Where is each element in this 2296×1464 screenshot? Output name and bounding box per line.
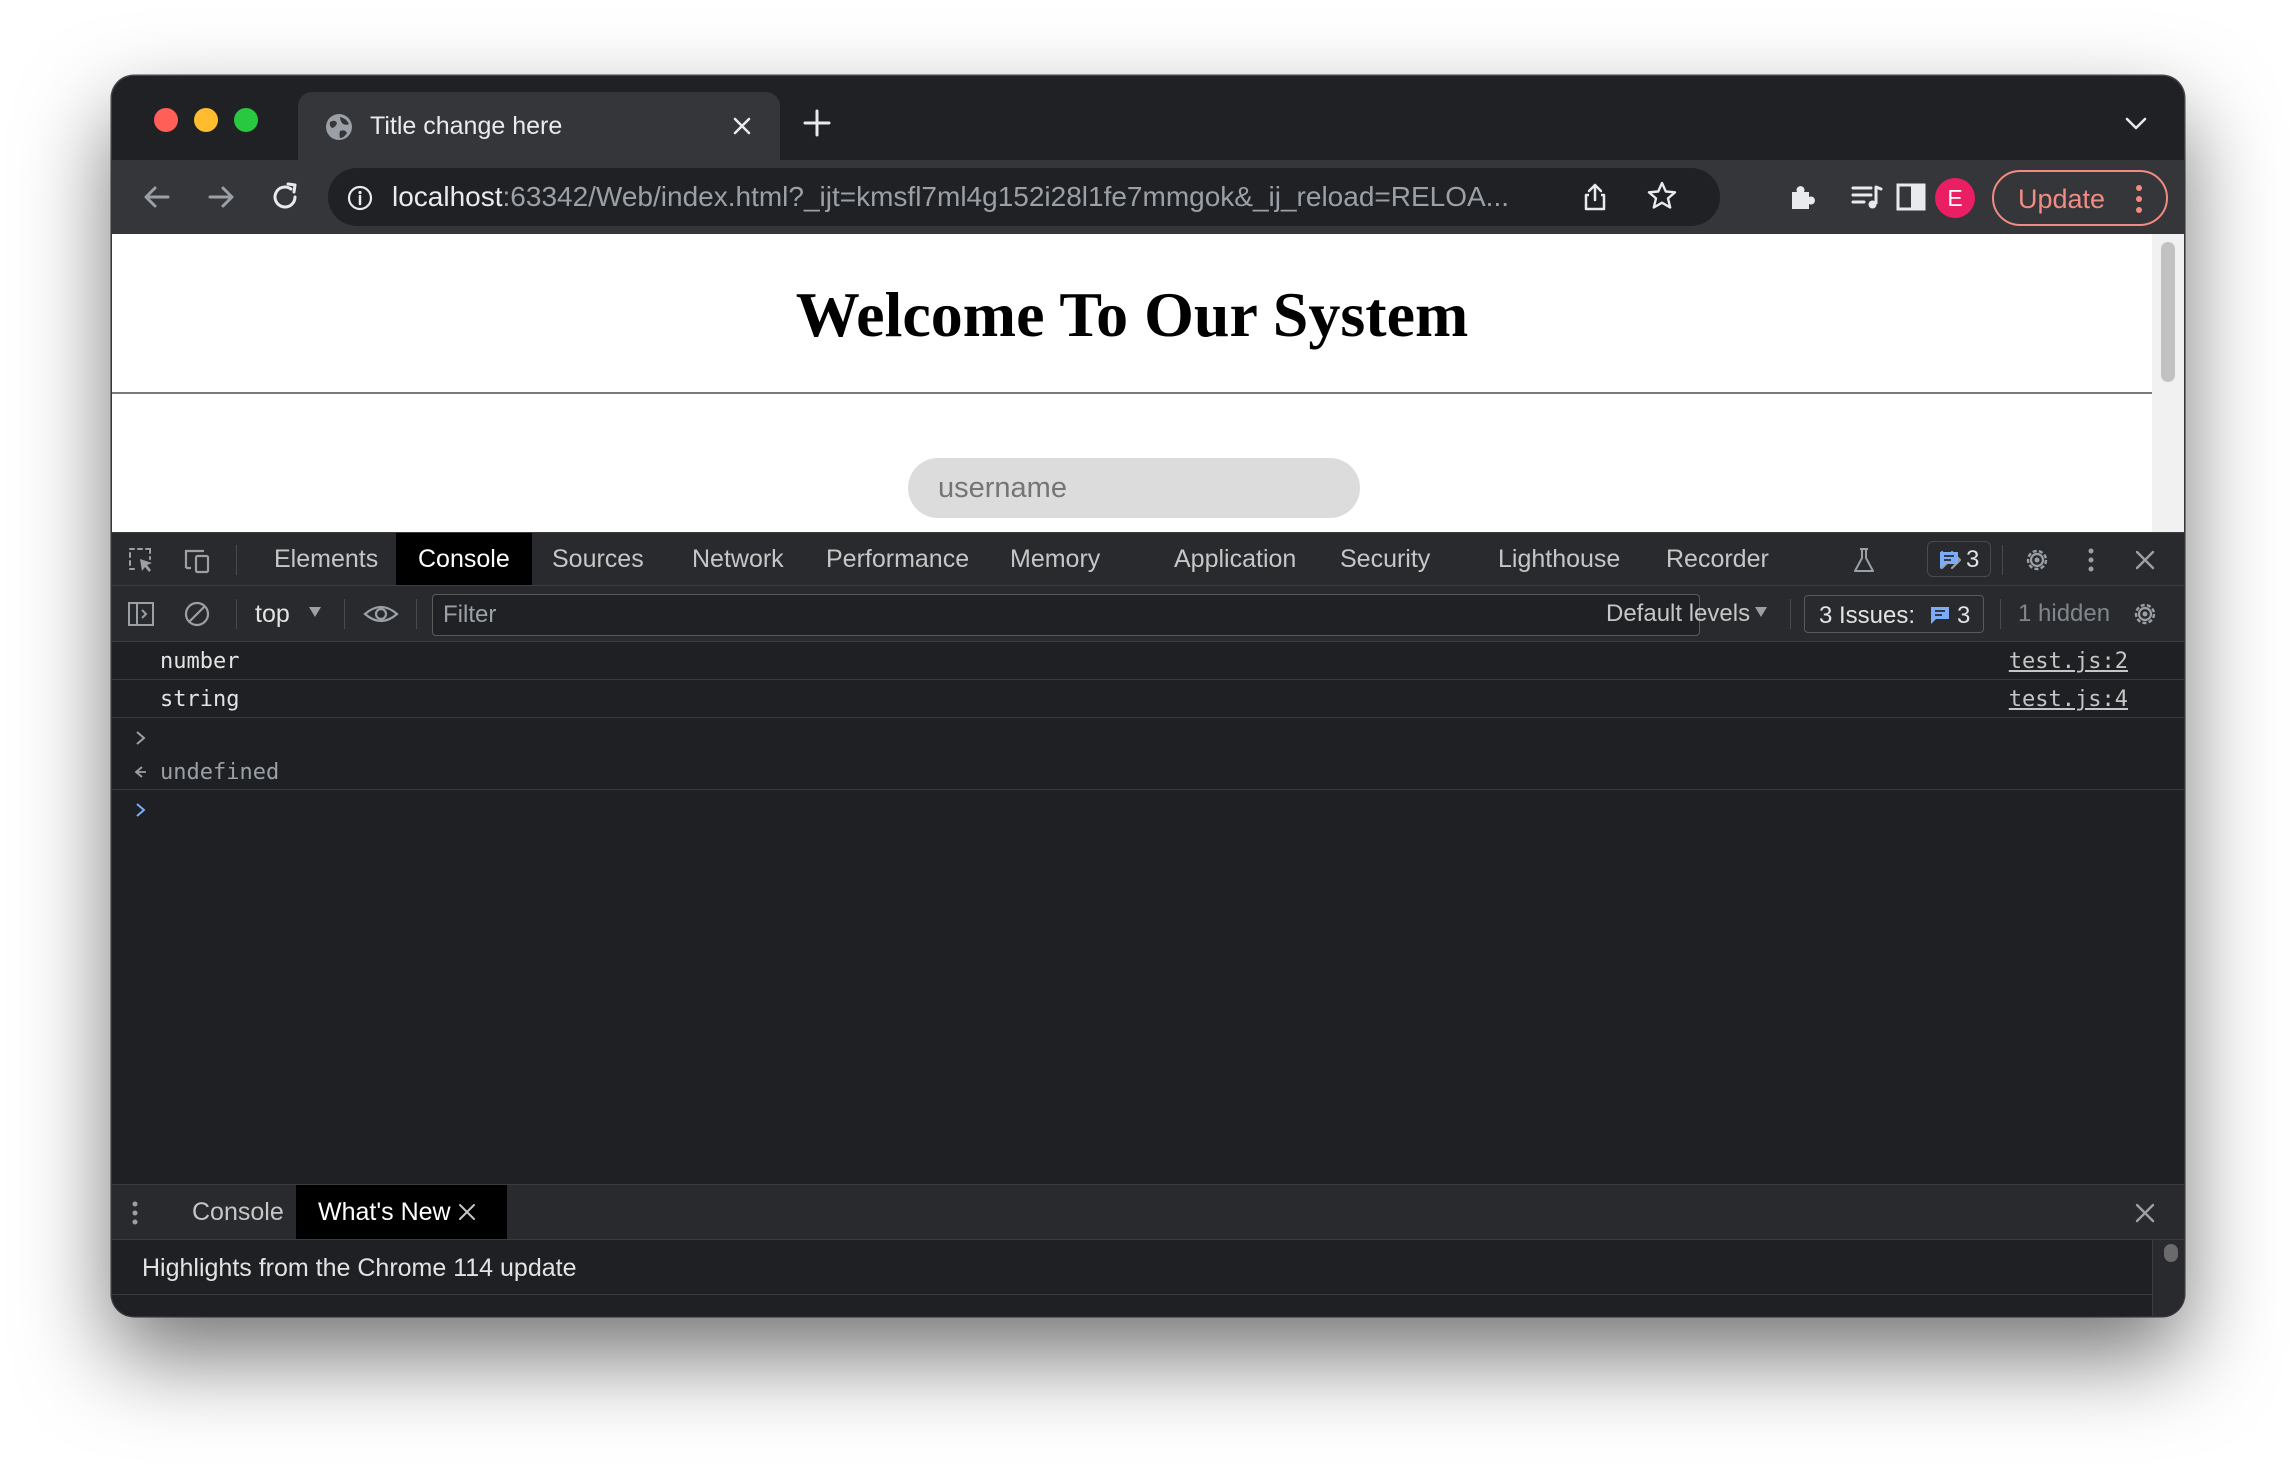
drawer-tab-label: What's New (318, 1198, 451, 1226)
messages-badge[interactable]: 3 (1927, 541, 1991, 577)
browser-tab[interactable]: Title change here (298, 92, 780, 160)
separator (2002, 545, 2003, 575)
page-divider (112, 392, 2152, 394)
log-source-link[interactable]: test.js:2 (2009, 649, 2128, 674)
reload-icon[interactable] (268, 180, 302, 214)
address-bar[interactable]: localhost:63342/Web/index.html?_ijt=kmsf… (328, 168, 1720, 226)
devtools-tab-bar: Elements Console Sources Network Perform… (112, 532, 2184, 586)
minimize-window-button[interactable] (194, 108, 218, 132)
bookmark-star-icon[interactable] (1646, 180, 1678, 212)
console-output[interactable]: number test.js:2 string test.js:4 undefi… (112, 642, 2184, 1028)
separator (236, 599, 237, 629)
tab-memory[interactable]: Memory (988, 533, 1122, 585)
update-button[interactable]: Update (1992, 170, 2168, 226)
tab-application[interactable]: Application (1152, 533, 1318, 585)
live-expression-eye-icon[interactable] (362, 599, 400, 629)
console-toolbar: top Default levels 3 Issues: 3 1 hidden (112, 586, 2184, 642)
tab-recorder[interactable]: Recorder (1644, 533, 1791, 585)
profile-avatar[interactable]: E (1935, 178, 1975, 218)
side-panel-icon[interactable] (1894, 180, 1928, 214)
tab-strip: Title change here (112, 76, 2184, 160)
zoom-window-button[interactable] (234, 108, 258, 132)
context-selector[interactable]: top (255, 600, 290, 629)
chevron-down-icon[interactable] (2124, 116, 2148, 132)
dropdown-arrow-icon[interactable] (1754, 606, 1768, 618)
inspect-element-icon[interactable] (126, 545, 156, 575)
result-arrow-icon (134, 766, 146, 778)
log-message: number (160, 649, 240, 674)
issues-count: 3 (1957, 602, 1971, 629)
console-log-row: string test.js:4 (112, 680, 2184, 718)
url-host: localhost (392, 181, 503, 212)
tab-performance[interactable]: Performance (804, 533, 991, 585)
console-filter-input[interactable] (432, 594, 1700, 636)
url-path: :63342/Web/index.html?_ijt=kmsfl7ml4g152… (502, 181, 1509, 212)
update-label: Update (2018, 184, 2106, 214)
device-toolbar-icon[interactable] (182, 545, 212, 575)
close-devtools-icon[interactable] (2130, 545, 2160, 575)
browser-window: Title change here localhost:63342/Web/in… (112, 76, 2184, 1316)
issues-button[interactable]: 3 Issues: 3 (1804, 595, 1984, 633)
media-control-icon[interactable] (1850, 180, 1884, 214)
tab-elements[interactable]: Elements (252, 533, 400, 585)
divider (112, 1294, 2152, 1295)
page-heading: Welcome To Our System (795, 279, 1469, 350)
separator (344, 599, 345, 629)
prompt-chevron-icon (136, 803, 146, 817)
separator (416, 599, 417, 629)
whats-new-panel: Highlights from the Chrome 114 update (112, 1240, 2184, 1316)
result-value: undefined (160, 760, 280, 785)
hidden-messages-count: 1 hidden (2018, 600, 2111, 627)
close-drawer-icon[interactable] (2130, 1198, 2160, 1228)
tab-security[interactable]: Security (1318, 533, 1452, 585)
messages-count: 3 (1966, 546, 1980, 573)
dropdown-arrow-icon[interactable] (308, 606, 322, 618)
console-result-row: undefined (112, 718, 2184, 790)
console-settings-gear-icon[interactable] (2130, 599, 2160, 629)
drawer-tab-console[interactable]: Console (170, 1185, 306, 1239)
tab-network[interactable]: Network (670, 533, 806, 585)
forward-icon[interactable] (204, 180, 238, 214)
share-icon[interactable] (1580, 182, 1610, 212)
whats-new-highlight[interactable]: Highlights from the Chrome 114 update (142, 1254, 577, 1283)
back-icon[interactable] (140, 180, 174, 214)
sidebar-toggle-icon[interactable] (126, 599, 156, 629)
more-vertical-icon[interactable] (2076, 545, 2106, 575)
separator (1790, 599, 1791, 629)
tab-lighthouse[interactable]: Lighthouse (1476, 533, 1642, 585)
separator (2000, 599, 2001, 629)
tab-console[interactable]: Console (396, 533, 532, 585)
info-icon[interactable] (346, 184, 374, 212)
drawer-tab-bar: Console What's New (112, 1184, 2184, 1240)
drawer-menu-icon[interactable] (128, 1198, 142, 1228)
tab-title: Title change here (370, 112, 563, 140)
input-chevron-icon (136, 731, 146, 745)
new-tab-icon[interactable] (802, 108, 832, 138)
tab-sources[interactable]: Sources (530, 533, 666, 585)
issues-label: 3 Issues: (1819, 602, 1916, 629)
browser-toolbar: localhost:63342/Web/index.html?_ijt=kmsf… (112, 160, 2184, 234)
message-icon (1940, 552, 1958, 569)
console-log-row: number test.js:2 (112, 642, 2184, 680)
settings-gear-icon[interactable] (2022, 545, 2052, 575)
username-input[interactable] (908, 458, 1360, 518)
url-text: localhost:63342/Web/index.html?_ijt=kmsf… (392, 181, 1582, 213)
message-icon (1931, 607, 1949, 624)
flask-icon (1854, 548, 1874, 572)
globe-icon (326, 114, 352, 140)
log-levels-dropdown[interactable]: Default levels (1606, 600, 1750, 628)
clear-console-icon[interactable] (182, 599, 212, 629)
more-vertical-icon[interactable] (2134, 184, 2144, 214)
log-source-link[interactable]: test.js:4 (2009, 687, 2128, 712)
extensions-puzzle-icon[interactable] (1786, 180, 1820, 214)
web-page-viewport: Welcome To Our System (112, 234, 2184, 532)
drawer-scrollbar-thumb[interactable] (2164, 1244, 2178, 1262)
page-scrollbar-thumb[interactable] (2161, 242, 2175, 382)
close-tab-icon[interactable] (728, 112, 756, 140)
close-drawer-tab-icon[interactable] (456, 1201, 478, 1223)
separator (236, 545, 237, 575)
log-message: string (160, 687, 240, 712)
close-window-button[interactable] (154, 108, 178, 132)
